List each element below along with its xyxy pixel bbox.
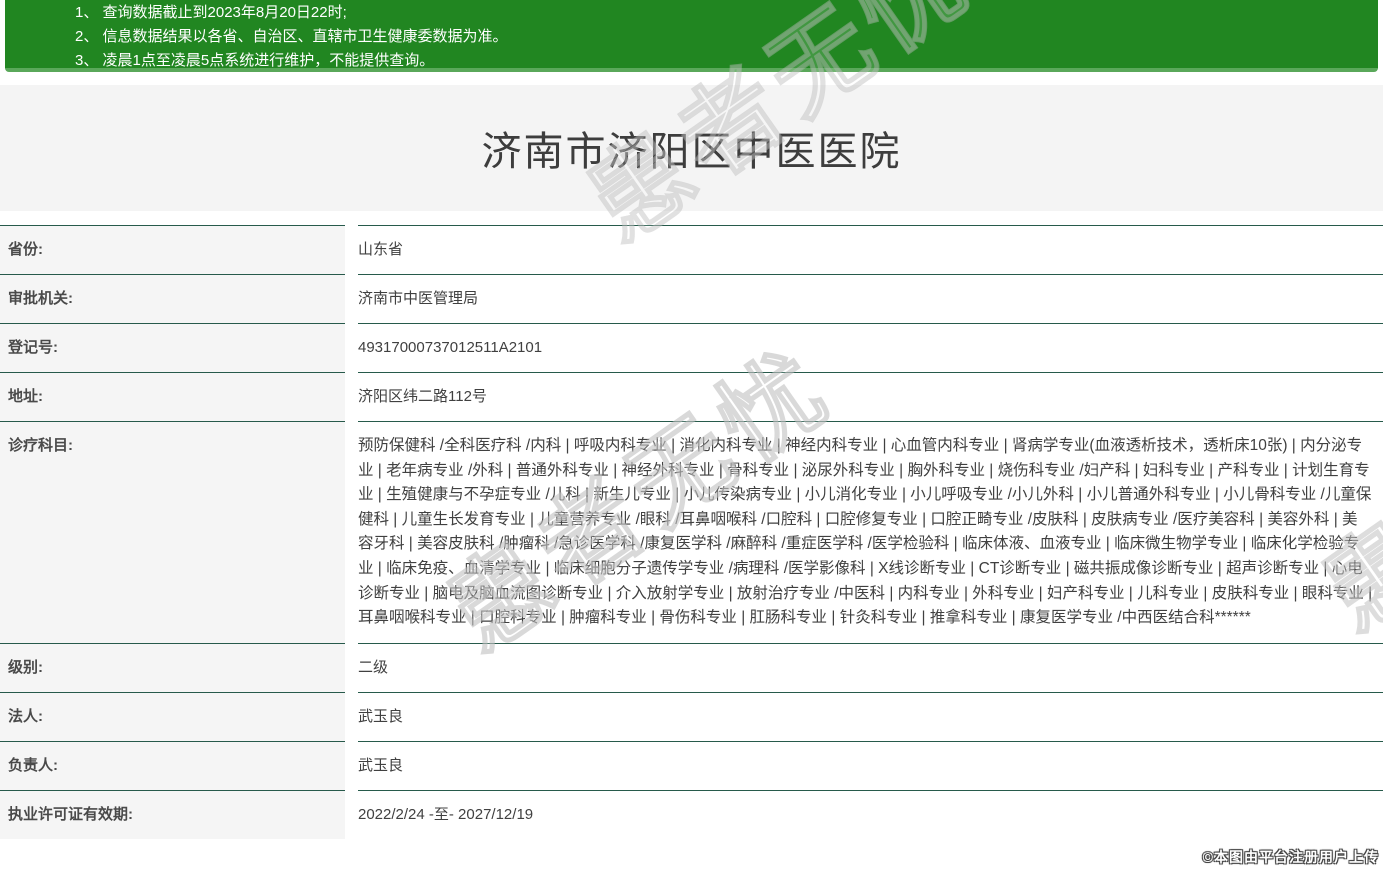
column-gap [345,372,358,421]
column-gap [345,274,358,323]
column-gap [345,790,358,839]
row-value: 济阳区纬二路112号 [358,372,1383,421]
table-row-province: 省份: 山东省 [0,225,1383,274]
row-label: 审批机关: [0,274,345,323]
row-label: 诊疗科目: [0,421,345,643]
row-label: 法人: [0,692,345,741]
row-label: 级别: [0,643,345,692]
row-value: 二级 [358,643,1383,692]
table-row-person-in-charge: 负责人: 武玉良 [0,741,1383,790]
table-row-address: 地址: 济阳区纬二路112号 [0,372,1383,421]
row-label: 登记号: [0,323,345,372]
row-value: 武玉良 [358,692,1383,741]
row-value: 武玉良 [358,741,1383,790]
column-gap [345,225,358,274]
table-row-legal-person: 法人: 武玉良 [0,692,1383,741]
notice-banner: 1、 查询数据截止到2023年8月20日22时; 2、 信息数据结果以各省、自治… [5,0,1378,72]
row-label: 负责人: [0,741,345,790]
column-gap [345,421,358,643]
column-gap [345,323,358,372]
table-row-approval-authority: 审批机关: 济南市中医管理局 [0,274,1383,323]
column-gap [345,741,358,790]
table-row-diagnostic-subjects: 诊疗科目: 预防保健科 /全科医疗科 /内科 | 呼吸内科专业 | 消化内科专业… [0,421,1383,643]
row-label: 地址: [0,372,345,421]
title-block: 济南市济阳区中医医院 [0,85,1383,211]
column-gap [345,643,358,692]
row-value: 济南市中医管理局 [358,274,1383,323]
row-label: 执业许可证有效期: [0,790,345,839]
row-label: 省份: [0,225,345,274]
notice-line-2: 2、 信息数据结果以各省、自治区、直辖市卫生健康委数据为准。 [75,25,1378,49]
column-gap [345,692,358,741]
row-value: 49317000737012511A2101 [358,323,1383,372]
upload-credit-watermark: ©本图由平台注册用户上传 [1203,847,1379,867]
row-value: 预防保健科 /全科医疗科 /内科 | 呼吸内科专业 | 消化内科专业 | 神经内… [358,421,1383,643]
page-title: 济南市济阳区中医医院 [482,119,902,177]
hospital-info-table: 省份: 山东省 审批机关: 济南市中医管理局 登记号: 493170007370… [0,225,1383,839]
notice-line-3: 3、 凌晨1点至凌晨5点系统进行维护，不能提供查询。 [75,49,1378,73]
table-row-level: 级别: 二级 [0,643,1383,692]
table-row-license-validity: 执业许可证有效期: 2022/2/24 -至- 2027/12/19 [0,790,1383,839]
row-value: 2022/2/24 -至- 2027/12/19 [358,790,1383,839]
notice-line-1: 1、 查询数据截止到2023年8月20日22时; [75,1,1378,25]
row-value: 山东省 [358,225,1383,274]
table-row-registration-number: 登记号: 49317000737012511A2101 [0,323,1383,372]
